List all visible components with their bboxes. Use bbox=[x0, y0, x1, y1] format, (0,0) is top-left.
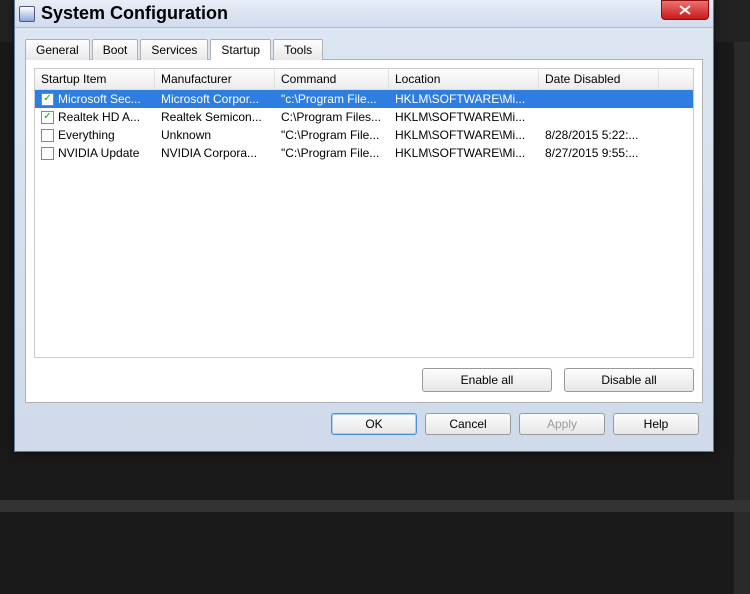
cell-manufacturer: Unknown bbox=[155, 126, 275, 144]
tab-boot[interactable]: Boot bbox=[92, 39, 139, 60]
cell-manufacturer: Microsoft Corpor... bbox=[155, 90, 275, 108]
ok-button[interactable]: OK bbox=[331, 413, 417, 435]
apply-button: Apply bbox=[519, 413, 605, 435]
close-button[interactable] bbox=[661, 0, 709, 20]
column-header-date-disabled[interactable]: Date Disabled bbox=[539, 69, 659, 89]
cell-startup-item: Realtek HD A... bbox=[35, 108, 155, 126]
tab-strip: General Boot Services Startup Tools bbox=[25, 38, 703, 60]
startup-item-text: Realtek HD A... bbox=[58, 110, 140, 124]
table-row[interactable]: Realtek HD A... Realtek Semicon...C:\Prog… bbox=[35, 108, 693, 126]
cell-command: C:\Program Files... bbox=[275, 108, 389, 126]
checkbox[interactable] bbox=[41, 147, 54, 160]
table-row[interactable]: NVIDIA Update NVIDIA Corpora..."C:\Progra… bbox=[35, 144, 693, 162]
client-area: General Boot Services Startup Tools Star… bbox=[15, 28, 713, 451]
startup-item-text: NVIDIA Update bbox=[58, 146, 139, 160]
cell-command: "C:\Program File... bbox=[275, 126, 389, 144]
cell-manufacturer: Realtek Semicon... bbox=[155, 108, 275, 126]
column-header-manufacturer[interactable]: Manufacturer bbox=[155, 69, 275, 89]
cell-date-disabled: 8/28/2015 5:22:... bbox=[539, 126, 659, 144]
cell-startup-item: NVIDIA Update bbox=[35, 144, 155, 162]
column-header-command[interactable]: Command bbox=[275, 69, 389, 89]
enable-all-button[interactable]: Enable all bbox=[422, 368, 552, 392]
cancel-button[interactable]: Cancel bbox=[425, 413, 511, 435]
cell-location: HKLM\SOFTWARE\Mi... bbox=[389, 126, 539, 144]
tab-startup[interactable]: Startup bbox=[210, 39, 271, 60]
cell-date-disabled bbox=[539, 108, 659, 126]
checkbox[interactable] bbox=[41, 93, 54, 106]
disable-all-button[interactable]: Disable all bbox=[564, 368, 694, 392]
app-icon bbox=[19, 6, 35, 22]
column-header-location[interactable]: Location bbox=[389, 69, 539, 89]
window-title: System Configuration bbox=[41, 3, 661, 24]
cell-date-disabled: 8/27/2015 9:55:... bbox=[539, 144, 659, 162]
cell-startup-item: Microsoft Sec... bbox=[35, 90, 155, 108]
listview-header[interactable]: Startup Item Manufacturer Command Locati… bbox=[35, 69, 693, 90]
cell-command: "C:\Program File... bbox=[275, 144, 389, 162]
tab-services[interactable]: Services bbox=[140, 39, 208, 60]
titlebar[interactable]: System Configuration bbox=[15, 0, 713, 28]
checkbox[interactable] bbox=[41, 129, 54, 142]
column-header-startup-item[interactable]: Startup Item bbox=[35, 69, 155, 89]
tab-general[interactable]: General bbox=[25, 39, 90, 60]
cell-location: HKLM\SOFTWARE\Mi... bbox=[389, 144, 539, 162]
cell-startup-item: Everything bbox=[35, 126, 155, 144]
tab-tools[interactable]: Tools bbox=[273, 39, 323, 60]
startup-listview[interactable]: Startup Item Manufacturer Command Locati… bbox=[34, 68, 694, 358]
dialog-button-row: OK Cancel Apply Help bbox=[25, 403, 703, 441]
table-row[interactable]: Microsoft Sec... Microsoft Corpor..."c:\P… bbox=[35, 90, 693, 108]
close-icon bbox=[679, 5, 691, 15]
help-button[interactable]: Help bbox=[613, 413, 699, 435]
cell-location: HKLM\SOFTWARE\Mi... bbox=[389, 108, 539, 126]
cell-location: HKLM\SOFTWARE\Mi... bbox=[389, 90, 539, 108]
system-configuration-window: System Configuration General Boot Servic… bbox=[14, 0, 714, 452]
checkbox[interactable] bbox=[41, 111, 54, 124]
background-bar bbox=[0, 500, 750, 512]
startup-panel: Startup Item Manufacturer Command Locati… bbox=[25, 60, 703, 403]
startup-item-text: Everything bbox=[58, 128, 115, 142]
table-row[interactable]: Everything Unknown"C:\Program File...HKLM… bbox=[35, 126, 693, 144]
cell-manufacturer: NVIDIA Corpora... bbox=[155, 144, 275, 162]
panel-button-row: Enable all Disable all bbox=[34, 358, 694, 394]
cell-command: "c:\Program File... bbox=[275, 90, 389, 108]
startup-item-text: Microsoft Sec... bbox=[58, 92, 141, 106]
cell-date-disabled bbox=[539, 90, 659, 108]
